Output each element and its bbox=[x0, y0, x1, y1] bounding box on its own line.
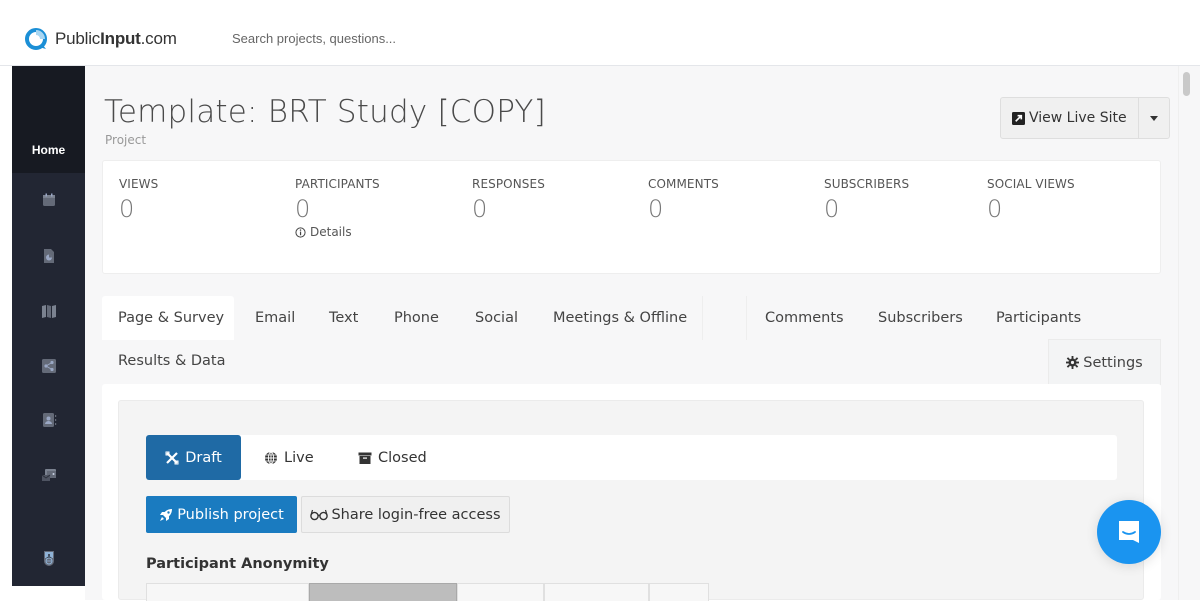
status-draft-button[interactable]: Draft bbox=[146, 435, 241, 480]
stat-label: PARTICIPANTS bbox=[295, 177, 380, 191]
status-toggle: Draft Live Closed bbox=[146, 435, 1117, 480]
sidebar-item-organization[interactable] bbox=[12, 543, 85, 573]
sidebar: Home bbox=[12, 66, 85, 586]
publish-label: Publish project bbox=[177, 506, 284, 523]
view-live-site-group: View Live Site bbox=[1000, 97, 1170, 139]
stat-subscribers: SUBSCRIBERS 0 bbox=[824, 177, 909, 223]
brand-name: PublicInput.com bbox=[55, 29, 177, 48]
brand-logo[interactable]: PublicInput.com bbox=[25, 28, 177, 50]
stat-value: 0 bbox=[987, 195, 1003, 223]
pencil-ruler-icon bbox=[165, 451, 179, 464]
sidebar-item-calendar[interactable] bbox=[12, 185, 85, 215]
stat-value: 0 bbox=[472, 195, 488, 223]
view-live-site-dropdown[interactable] bbox=[1137, 98, 1169, 138]
tab-subscribers[interactable]: Subscribers bbox=[878, 310, 963, 326]
publicinput-logo-icon bbox=[25, 28, 47, 50]
info-icon bbox=[295, 226, 306, 238]
calendar-icon bbox=[42, 193, 55, 206]
stat-responses: RESPONSES 0 bbox=[472, 177, 545, 223]
status-draft-label: Draft bbox=[185, 449, 222, 466]
details-label: Details bbox=[310, 225, 352, 239]
status-closed-label: Closed bbox=[378, 449, 427, 466]
stat-value: 0 bbox=[119, 195, 135, 223]
status-closed-button[interactable]: Closed bbox=[358, 435, 427, 480]
stat-comments: COMMENTS 0 bbox=[648, 177, 719, 223]
chat-launcher-button[interactable] bbox=[1097, 500, 1161, 564]
anonymity-option[interactable] bbox=[146, 583, 309, 601]
tab-content-panel: Draft Live Closed Publish project Share … bbox=[102, 384, 1161, 601]
share-login-free-access-button[interactable]: Share login-free access bbox=[301, 496, 510, 533]
tab-email[interactable]: Email bbox=[255, 310, 295, 326]
glasses-icon bbox=[310, 509, 329, 520]
report-icon bbox=[43, 249, 54, 263]
map-icon bbox=[41, 305, 56, 318]
sidebar-item-map[interactable] bbox=[12, 296, 85, 326]
view-live-site-button[interactable]: View Live Site bbox=[1001, 98, 1138, 138]
stats-card: VIEWS 0 PARTICIPANTS 0 Details RESPONSES… bbox=[102, 160, 1161, 274]
participants-details-link[interactable]: Details bbox=[295, 225, 380, 239]
sidebar-item-contacts[interactable] bbox=[12, 405, 85, 435]
tab-divider bbox=[702, 296, 703, 340]
stat-participants: PARTICIPANTS 0 Details bbox=[295, 177, 380, 239]
rocket-icon bbox=[160, 508, 173, 521]
sidebar-home-label: Home bbox=[31, 143, 66, 157]
stat-value: 0 bbox=[648, 195, 664, 223]
tab-page-survey[interactable]: Page & Survey bbox=[118, 310, 224, 326]
sidebar-item-campaigns[interactable] bbox=[12, 460, 85, 490]
stat-label: VIEWS bbox=[119, 177, 159, 191]
view-live-site-label: View Live Site bbox=[1029, 110, 1127, 126]
stat-views: VIEWS 0 bbox=[119, 177, 158, 223]
tab-results-data[interactable]: Results & Data bbox=[118, 353, 226, 369]
sidebar-item-home[interactable]: Home bbox=[12, 66, 85, 173]
anonymity-option[interactable] bbox=[457, 583, 544, 601]
status-live-button[interactable]: Live bbox=[264, 435, 314, 480]
stat-label: SUBSCRIBERS bbox=[824, 177, 910, 191]
share-label: Share login-free access bbox=[331, 506, 501, 523]
tab-social[interactable]: Social bbox=[475, 310, 518, 326]
scrollbar-thumb[interactable] bbox=[1183, 72, 1190, 96]
organization-badge-icon bbox=[43, 551, 54, 566]
sidebar-item-share[interactable] bbox=[12, 351, 85, 381]
stat-label: RESPONSES bbox=[472, 177, 545, 191]
vertical-scrollbar[interactable] bbox=[1178, 66, 1200, 600]
stat-value: 0 bbox=[295, 195, 311, 223]
stat-social-views: SOCIAL VIEWS 0 bbox=[987, 177, 1075, 223]
gear-icon bbox=[1066, 356, 1080, 369]
tab-comments[interactable]: Comments bbox=[765, 310, 844, 326]
page-subtitle: Project bbox=[105, 133, 147, 147]
page-title: Template: BRT Study [COPY] bbox=[104, 94, 546, 130]
tab-divider bbox=[746, 296, 747, 340]
tab-participants[interactable]: Participants bbox=[996, 310, 1081, 326]
caret-down-icon bbox=[1149, 115, 1158, 121]
project-status-section: Draft Live Closed Publish project Share … bbox=[118, 400, 1144, 601]
external-link-icon bbox=[1012, 111, 1025, 125]
mail-campaign-icon bbox=[41, 469, 56, 481]
contacts-icon bbox=[42, 413, 56, 427]
sidebar-item-reports[interactable] bbox=[12, 241, 85, 271]
chat-icon bbox=[1119, 521, 1139, 543]
main-content: Template: BRT Study [COPY] Project View … bbox=[85, 66, 1178, 601]
anonymity-option-selected[interactable] bbox=[309, 583, 457, 601]
stat-label: SOCIAL VIEWS bbox=[987, 177, 1075, 191]
globe-icon bbox=[265, 451, 277, 464]
settings-label: Settings bbox=[1083, 354, 1143, 371]
tab-meetings-offline[interactable]: Meetings & Offline bbox=[553, 310, 687, 326]
archive-icon bbox=[358, 452, 372, 464]
anonymity-option[interactable] bbox=[544, 583, 649, 601]
stat-value: 0 bbox=[824, 195, 840, 223]
share-icon bbox=[41, 359, 56, 373]
top-bar: PublicInput.com bbox=[0, 0, 1200, 66]
tab-phone[interactable]: Phone bbox=[394, 310, 439, 326]
anonymity-option[interactable] bbox=[649, 583, 709, 601]
tab-settings[interactable]: Settings bbox=[1048, 339, 1161, 385]
stat-label: COMMENTS bbox=[648, 177, 719, 191]
tab-text[interactable]: Text bbox=[329, 310, 358, 326]
search-input[interactable] bbox=[232, 31, 532, 46]
publish-project-button[interactable]: Publish project bbox=[146, 496, 297, 533]
participant-anonymity-heading: Participant Anonymity bbox=[146, 556, 329, 572]
status-live-label: Live bbox=[284, 449, 314, 466]
